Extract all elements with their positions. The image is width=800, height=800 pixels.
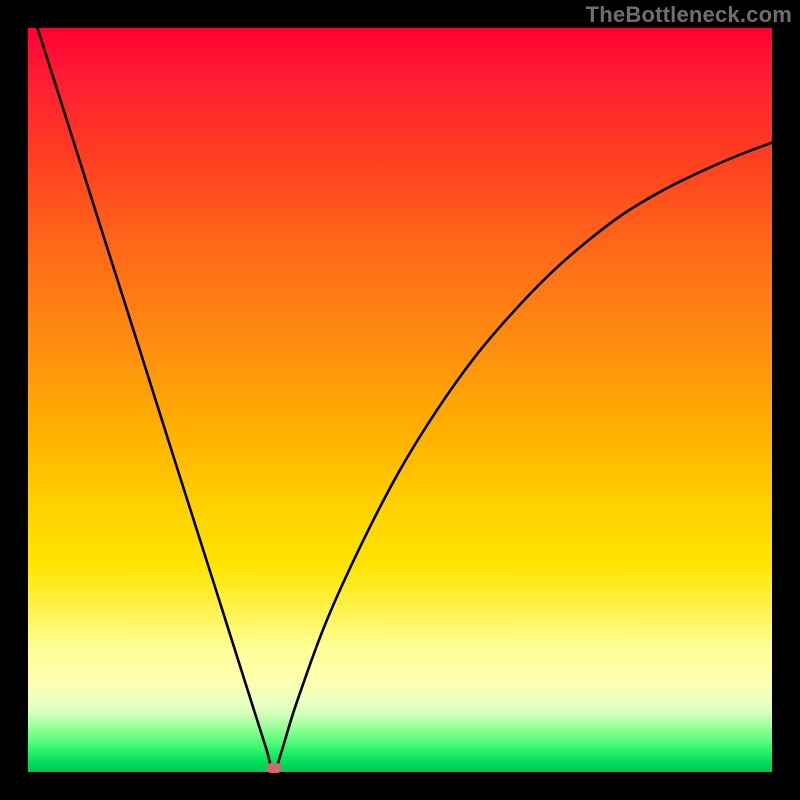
watermark-text: TheBottleneck.com	[586, 2, 792, 28]
optimum-marker	[266, 763, 282, 773]
bottleneck-curve	[28, 28, 772, 772]
chart-frame	[28, 28, 772, 772]
